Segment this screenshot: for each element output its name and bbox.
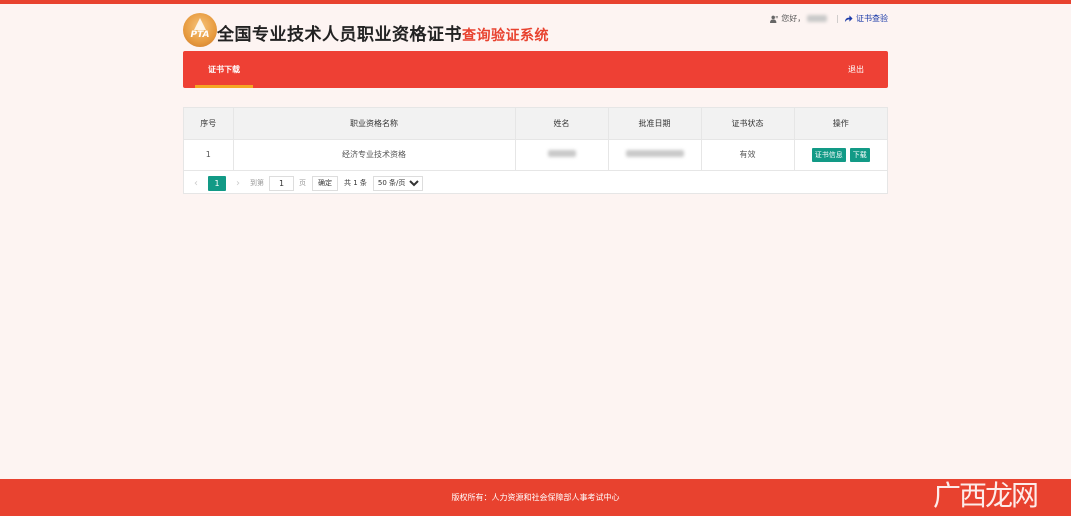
total-count: 共 1 条 — [344, 179, 367, 187]
date-redacted — [625, 150, 684, 157]
cell-date — [608, 139, 702, 170]
column-header-name: 姓名 — [515, 108, 609, 139]
certificate-table: 序号 职业资格名称 姓名 批准日期 证书状态 操作 1 经济专业技术资格 有效 … — [183, 107, 888, 194]
column-header-index: 序号 — [184, 108, 234, 139]
logout-link[interactable]: 退出 — [848, 51, 864, 88]
table-row: 1 经济专业技术资格 有效 证书信息 下载 — [184, 139, 887, 170]
user-icon — [770, 15, 779, 23]
cell-actions: 证书信息 下载 — [794, 139, 887, 170]
certificate-info-button[interactable]: 证书信息 — [811, 147, 846, 162]
verify-link-label: 证书查验 — [856, 14, 888, 23]
next-page-button[interactable]: › — [232, 178, 244, 189]
cell-qualification: 经济专业技术资格 — [233, 139, 516, 170]
header: PTA 全国专业技术人员职业资格证书查询验证系统 您好， | 证书查验 — [183, 10, 888, 50]
data-table: 序号 职业资格名称 姓名 批准日期 证书状态 操作 1 经济专业技术资格 有效 … — [184, 108, 887, 171]
name-redacted — [547, 150, 576, 157]
share-arrow-icon — [844, 15, 853, 23]
logo-text: PTA — [190, 30, 210, 40]
page-1-button[interactable]: 1 — [208, 175, 226, 191]
page-size-select[interactable]: 50 条/页 — [372, 175, 423, 191]
table-header-row: 序号 职业资格名称 姓名 批准日期 证书状态 操作 — [184, 108, 887, 139]
pta-logo: PTA — [183, 13, 217, 47]
pagination: ‹ 1 › 到第 页 确定 共 1 条 50 条/页 — [184, 172, 887, 194]
greeting-text: 您好， — [781, 14, 806, 23]
tab-certificate-download[interactable]: 证书下载 — [195, 51, 253, 88]
goto-page-input[interactable] — [269, 175, 294, 191]
watermark: 广西龙网 — [932, 479, 1039, 512]
user-bar: 您好， | 证书查验 — [770, 13, 888, 24]
navbar: 证书下载 退出 — [183, 51, 888, 88]
site-title: 全国专业技术人员职业资格证书查询验证系统 — [217, 20, 549, 45]
site-title-main: 全国专业技术人员职业资格证书 — [217, 25, 462, 45]
goto-prefix: 到第 — [250, 179, 264, 187]
goto-suffix: 页 — [299, 179, 306, 187]
cell-status: 有效 — [701, 139, 795, 170]
column-header-actions: 操作 — [832, 118, 849, 128]
separator: | — [836, 14, 839, 23]
column-header-qualification: 职业资格名称 — [233, 108, 516, 139]
footer: 版权所有：人力资源和社会保障部人事考试中心 — [0, 479, 1071, 516]
column-header-status: 证书状态 — [701, 108, 795, 139]
cell-index: 1 — [184, 139, 234, 170]
confirm-button[interactable]: 确定 — [312, 175, 338, 191]
top-stripe — [0, 0, 1071, 4]
verify-link[interactable]: 证书查验 — [844, 13, 888, 24]
download-button[interactable]: 下载 — [849, 147, 870, 162]
site-title-sub: 查询验证系统 — [462, 28, 549, 44]
prev-page-button[interactable]: ‹ — [190, 178, 202, 189]
username-redacted — [807, 15, 828, 22]
copyright-text: 版权所有：人力资源和社会保障部人事考试中心 — [451, 493, 620, 502]
column-header-date: 批准日期 — [608, 108, 702, 139]
cell-name — [515, 139, 609, 170]
